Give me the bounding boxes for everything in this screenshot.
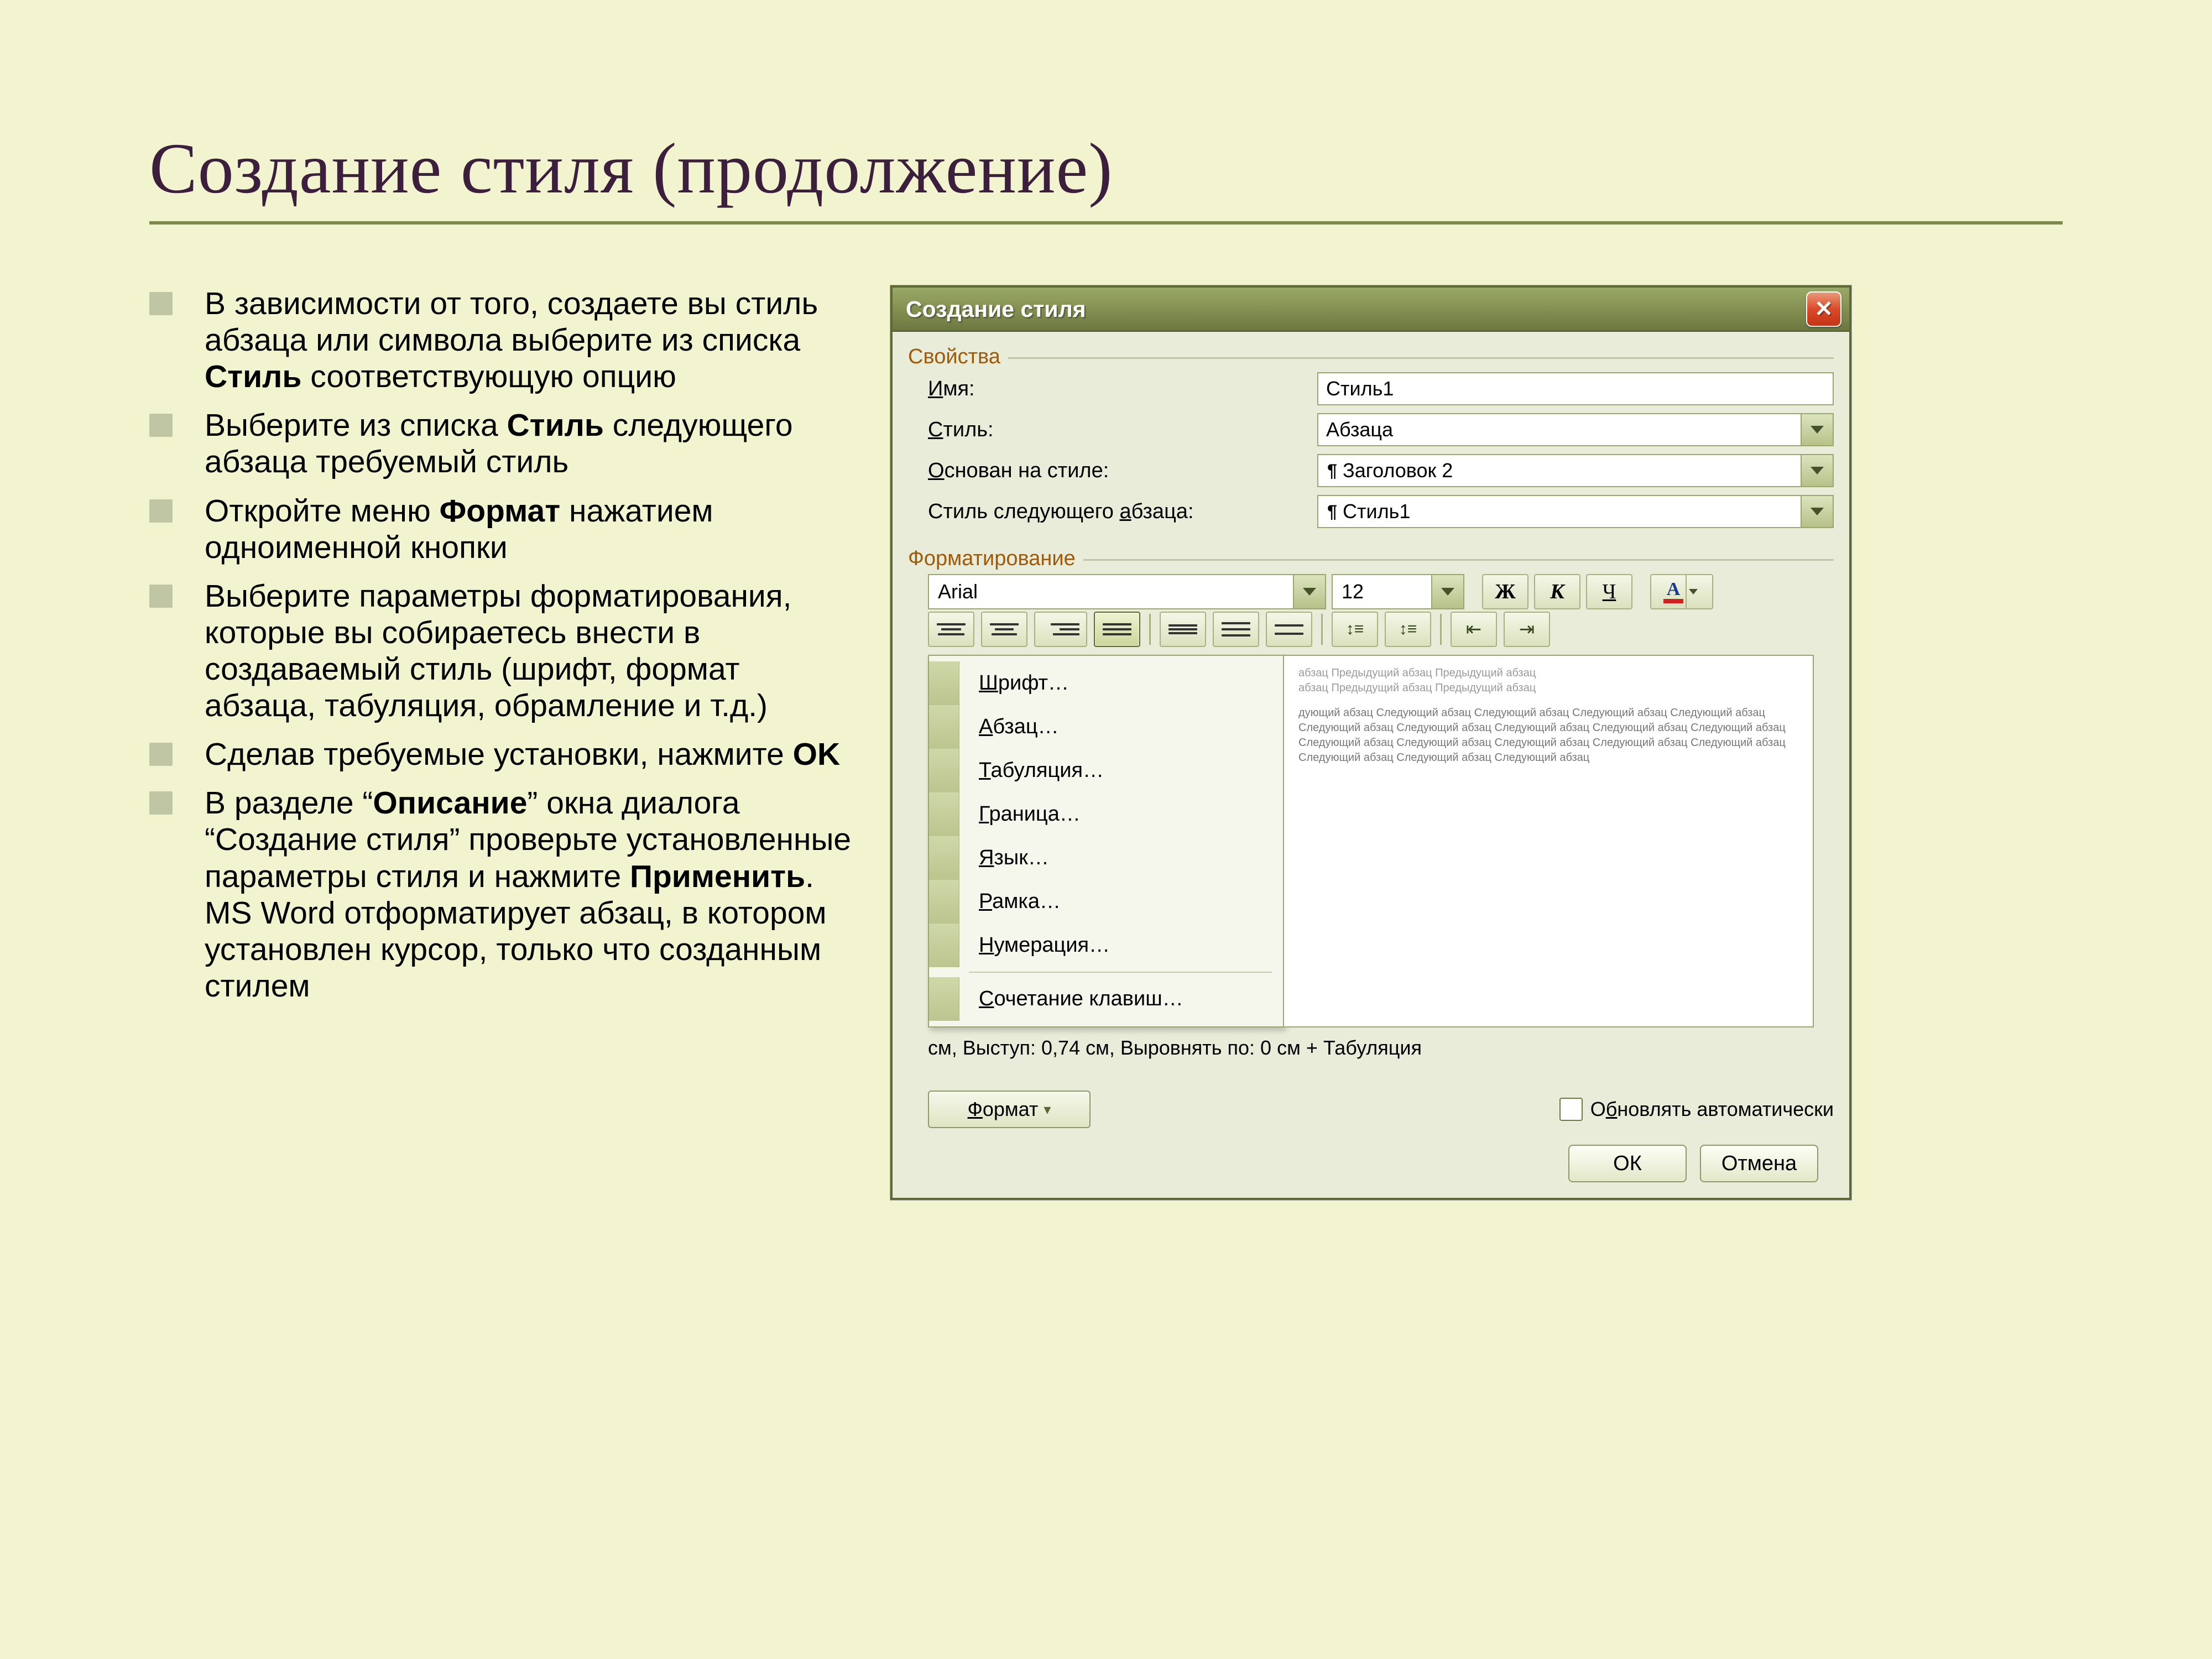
menu-keys[interactable]: Сочетание клавиш…: [929, 977, 1283, 1021]
dialog-column: Создание стиля ✕ Свойства Имя: Стиль1 Ст…: [890, 285, 1847, 1200]
menu-frame[interactable]: Рамка…: [929, 880, 1283, 924]
combo-font[interactable]: Arial: [928, 574, 1326, 609]
increase-indent-button[interactable]: ⇥: [1504, 612, 1550, 647]
decrease-indent-button[interactable]: ⇤: [1451, 612, 1497, 647]
combo-based-value: Заголовок 2: [1343, 459, 1453, 482]
chevron-down-icon[interactable]: [1801, 496, 1833, 527]
bullet-item: Выберите из списка Стиль следующего абза…: [149, 407, 852, 480]
format-toolbar-2: ↕≡ ↕≡ ⇤ ⇥: [908, 612, 1834, 647]
slide-title: Создание стиля (продолжение): [149, 127, 2063, 210]
chevron-down-icon[interactable]: [1293, 575, 1325, 608]
pilcrow-icon: ¶: [1326, 502, 1338, 522]
format-dropdown-menu: Шрифт… Абзац… Табуляция… Граница… Язык… …: [928, 655, 1284, 1027]
dialog-body: Свойства Имя: Стиль1 Стиль: Абзаца: [893, 332, 1849, 1198]
space-before-inc-button[interactable]: ↕≡: [1332, 612, 1378, 647]
menu-number[interactable]: Нумерация…: [929, 924, 1283, 967]
bullet-item: В разделе “Описание” окна диалога “Созда…: [149, 785, 852, 1004]
bullet-column: В зависимости от того, создаете вы стиль…: [149, 285, 852, 1016]
line-spacing-1_5-button[interactable]: [1213, 612, 1259, 647]
autoupdate-label: Обновлять автоматически: [1590, 1098, 1834, 1121]
bold-button[interactable]: Ж: [1482, 574, 1528, 609]
menu-para[interactable]: Абзац…: [929, 705, 1283, 749]
combo-next[interactable]: ¶ Стиль1: [1317, 495, 1834, 528]
checkbox-icon[interactable]: [1559, 1098, 1583, 1121]
group-format-label: Форматирование: [908, 547, 1834, 571]
align-justify-button[interactable]: [1094, 612, 1140, 647]
label-based: Основан на стиле:: [928, 459, 1310, 483]
format-toolbar-1: Arial 12 Ж К Ч: [908, 574, 1834, 609]
line-spacing-2-button[interactable]: [1266, 612, 1312, 647]
ok-button[interactable]: ОК: [1568, 1145, 1687, 1182]
menu-preview-area: Шрифт… Абзац… Табуляция… Граница… Язык… …: [928, 655, 1814, 1027]
line-spacing-1-button[interactable]: [1160, 612, 1206, 647]
row-name: Имя: Стиль1: [908, 372, 1834, 405]
align-left-button[interactable]: [928, 612, 974, 647]
combo-size-value: 12: [1342, 580, 1364, 603]
toolbar-separator: [1149, 614, 1151, 645]
title-rule: [149, 221, 2063, 225]
style-preview: абзац Предыдущий абзац Предыдущий абзац …: [1284, 655, 1814, 1027]
space-before-dec-button[interactable]: ↕≡: [1385, 612, 1431, 647]
group-properties: Свойства Имя: Стиль1 Стиль: Абзаца: [908, 345, 1834, 536]
label-style: Стиль:: [928, 418, 1310, 442]
create-style-dialog: Создание стиля ✕ Свойства Имя: Стиль1 Ст…: [890, 285, 1851, 1200]
align-right-button[interactable]: [1034, 612, 1087, 647]
combo-font-value: Arial: [938, 580, 978, 603]
toolbar-separator: [1321, 614, 1323, 645]
close-icon[interactable]: ✕: [1806, 291, 1841, 327]
underline-button[interactable]: Ч: [1586, 574, 1632, 609]
input-name[interactable]: Стиль1: [1317, 372, 1834, 405]
dialog-bottom-row: Формат Обновлять автоматически: [908, 1091, 1834, 1128]
bullet-item: Сделав требуемые установки, нажмите OK: [149, 736, 852, 773]
preview-text-prev: абзац Предыдущий абзац Предыдущий абзац …: [1298, 666, 1798, 696]
bullet-list: В зависимости от того, создаете вы стиль…: [149, 285, 852, 1004]
menu-font[interactable]: Шрифт…: [929, 661, 1283, 705]
chevron-down-icon[interactable]: [1801, 414, 1833, 445]
font-color-glyph: A: [1667, 580, 1681, 599]
pilcrow-icon: ¶: [1326, 461, 1338, 481]
preview-text-next: дующий абзац Следующий абзац Следующий а…: [1298, 706, 1798, 765]
bullet-item: Откройте меню Формат нажатием одноименно…: [149, 493, 852, 566]
chevron-down-icon[interactable]: [1431, 575, 1463, 608]
combo-style-value: Абзаца: [1326, 418, 1393, 441]
group-formatting: Форматирование Arial 12 Ж: [908, 547, 1834, 1060]
bullet-item: В зависимости от того, создаете вы стиль…: [149, 285, 852, 395]
cancel-button[interactable]: Отмена: [1700, 1145, 1818, 1182]
label-next: Стиль следующего абзаца:: [928, 500, 1310, 524]
combo-style[interactable]: Абзаца: [1317, 413, 1834, 446]
dialog-title: Создание стиля: [906, 296, 1086, 322]
menu-border[interactable]: Граница…: [929, 792, 1283, 836]
format-button[interactable]: Формат: [928, 1091, 1091, 1128]
group-props-label: Свойства: [908, 345, 1834, 369]
chevron-down-icon[interactable]: [1801, 455, 1833, 486]
toolbar-separator: [1440, 614, 1442, 645]
row-next: Стиль следующего абзаца: ¶ Стиль1: [908, 495, 1834, 528]
menu-tabs[interactable]: Табуляция…: [929, 749, 1283, 792]
row-style: Стиль: Абзаца: [908, 413, 1834, 446]
align-center-button[interactable]: [981, 612, 1027, 647]
slide: Создание стиля (продолжение) В зависимос…: [0, 0, 2212, 1659]
menu-separator: [969, 972, 1272, 973]
font-color-swatch: [1663, 599, 1683, 603]
chevron-down-icon[interactable]: [1686, 575, 1700, 608]
font-color-button[interactable]: A: [1650, 574, 1713, 609]
menu-lang[interactable]: Язык…: [929, 836, 1283, 880]
autoupdate-row[interactable]: Обновлять автоматически: [1559, 1098, 1834, 1121]
dialog-buttons: ОК Отмена: [1568, 1145, 1818, 1182]
style-description: см, Выступ: 0,74 см, Выровнять по: 0 см …: [928, 1036, 1814, 1060]
combo-size[interactable]: 12: [1332, 574, 1464, 609]
bullet-item: Выберите параметры форматирования, котор…: [149, 578, 852, 724]
content-columns: В зависимости от того, создаете вы стиль…: [149, 285, 2063, 1200]
combo-based[interactable]: ¶ Заголовок 2: [1317, 454, 1834, 487]
row-based: Основан на стиле: ¶ Заголовок 2: [908, 454, 1834, 487]
dialog-titlebar[interactable]: Создание стиля ✕: [893, 288, 1849, 332]
label-name: Имя:: [928, 377, 1310, 401]
combo-next-value: Стиль1: [1343, 500, 1410, 523]
italic-button[interactable]: К: [1534, 574, 1580, 609]
